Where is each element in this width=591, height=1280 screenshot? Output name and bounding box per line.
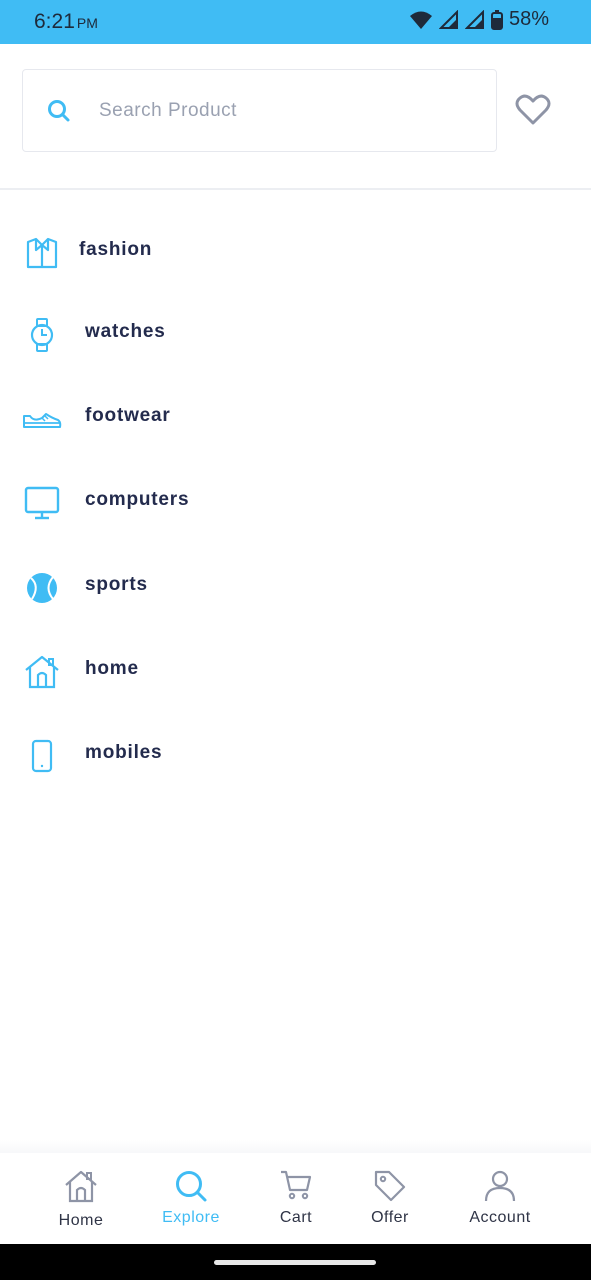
category-label: fashion	[79, 239, 153, 260]
signal-icon	[438, 9, 458, 29]
nav-item-cart[interactable]: Cart	[260, 1153, 332, 1244]
search-box[interactable]	[22, 69, 497, 152]
status-time-ampm: PM	[76, 15, 98, 31]
wifi-icon	[409, 11, 432, 29]
nav-item-offer[interactable]: Offer	[354, 1153, 426, 1244]
status-time-value: 6:21	[34, 10, 75, 33]
status-bar: 6:21 PM 58%	[0, 0, 591, 44]
tag-icon	[373, 1169, 407, 1208]
category-label: mobiles	[85, 742, 163, 763]
ball-icon	[22, 568, 62, 608]
home-gesture-bar[interactable]	[214, 1260, 376, 1265]
header-divider	[0, 188, 591, 190]
nav-label: Account	[469, 1209, 531, 1226]
battery-icon	[490, 9, 503, 30]
category-label: watches	[85, 321, 166, 342]
system-nav-bar	[0, 1244, 591, 1280]
house-icon	[22, 652, 62, 692]
battery-level: 58%	[508, 8, 549, 30]
shoe-icon	[22, 399, 62, 439]
nav-label: Offer	[371, 1209, 409, 1226]
nav-item-account[interactable]: Account	[455, 1153, 545, 1244]
nav-item-explore[interactable]: Explore	[150, 1153, 232, 1244]
nav-item-home[interactable]: Home	[40, 1153, 122, 1244]
home-icon	[63, 1169, 99, 1208]
signal-icon	[464, 9, 484, 29]
category-item-footwear[interactable]: footwear	[0, 387, 591, 447]
heart-icon[interactable]	[515, 94, 551, 131]
phone-icon	[22, 736, 62, 776]
category-item-computers[interactable]: computers	[0, 471, 591, 531]
category-item-sports[interactable]: sports	[0, 556, 591, 616]
bottom-nav: Home Explore Cart Offer Account	[0, 1153, 591, 1244]
cart-icon	[279, 1169, 313, 1206]
nav-label: Explore	[162, 1209, 220, 1226]
status-time: 6:21 PM	[34, 10, 98, 34]
category-label: computers	[85, 489, 190, 510]
category-item-home[interactable]: home	[0, 640, 591, 700]
nav-label: Home	[58, 1212, 104, 1229]
user-icon	[483, 1169, 517, 1208]
nav-label: Cart	[279, 1209, 313, 1226]
category-label: home	[85, 658, 139, 679]
category-item-mobiles[interactable]: mobiles	[0, 724, 591, 784]
search-icon	[174, 1169, 208, 1208]
search-input[interactable]	[99, 94, 469, 128]
shirt-icon	[22, 233, 62, 273]
category-item-watches[interactable]: watches	[0, 303, 591, 363]
category-item-fashion[interactable]: fashion	[0, 221, 591, 281]
category-label: footwear	[85, 405, 171, 426]
status-icons: 58%	[409, 8, 549, 31]
watch-icon	[22, 315, 62, 355]
category-label: sports	[85, 574, 148, 595]
search-icon[interactable]	[47, 99, 71, 128]
monitor-icon	[22, 483, 62, 523]
bottom-nav-shadow	[0, 1140, 591, 1154]
